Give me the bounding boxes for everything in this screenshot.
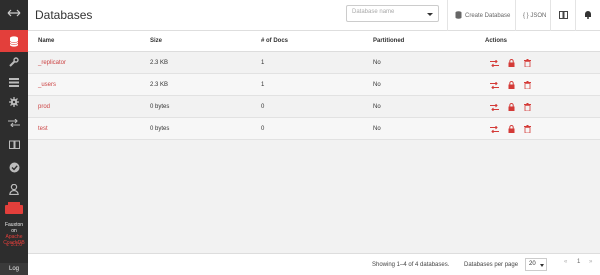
trash-icon[interactable] xyxy=(522,102,532,112)
create-database-label: Create Database xyxy=(465,12,511,19)
database-name-link[interactable]: _users xyxy=(38,82,56,88)
replicate-icon[interactable] xyxy=(489,124,499,134)
database-partitioned: No xyxy=(373,104,381,110)
sidebar: Fauxton on Apache CouchDB v. 3.1.0 Log xyxy=(0,0,28,275)
table-row: _replicator 2.3 KB 1 No xyxy=(28,52,600,74)
per-page-value: 20 xyxy=(529,261,536,267)
docs-button[interactable] xyxy=(550,0,575,31)
version-label: v. 3.1.0 xyxy=(5,242,23,248)
database-icon xyxy=(9,35,19,47)
sidebar-item-user[interactable] xyxy=(0,178,28,200)
database-name-link[interactable]: test xyxy=(38,126,48,132)
trash-icon[interactable] xyxy=(522,124,532,134)
replicate-icon[interactable] xyxy=(489,80,499,90)
trash-icon[interactable] xyxy=(522,58,532,68)
per-page-select[interactable]: 20 xyxy=(525,258,547,271)
database-doc-count: 0 xyxy=(261,104,265,110)
database-size: 0 bytes xyxy=(150,104,170,110)
lock-icon[interactable] xyxy=(506,102,516,112)
chevron-down-icon xyxy=(427,13,433,16)
database-partitioned: No xyxy=(373,82,381,88)
database-search-input[interactable]: Database name xyxy=(346,5,439,22)
pagination-footer: Showing 1–4 of 4 databases. Databases pe… xyxy=(28,253,600,275)
database-name-link[interactable]: _replicator xyxy=(38,60,66,66)
replicate-icon[interactable] xyxy=(489,58,499,68)
database-doc-count: 1 xyxy=(261,82,265,88)
page-number[interactable]: 1 xyxy=(577,259,580,265)
replication-icon xyxy=(8,119,20,127)
table-row: test 0 bytes 0 No xyxy=(28,118,600,140)
sidebar-item-verify[interactable] xyxy=(0,156,28,178)
chevron-down-icon xyxy=(540,264,544,267)
page-title: Databases xyxy=(35,8,93,22)
showing-count: Showing 1–4 of 4 databases. xyxy=(372,262,450,268)
database-doc-count: 1 xyxy=(261,60,265,66)
table-row: _users 2.3 KB 1 No xyxy=(28,74,600,96)
bell-icon xyxy=(584,10,592,21)
database-partitioned: No xyxy=(373,60,381,66)
database-size: 2.3 KB xyxy=(150,82,169,88)
book-icon xyxy=(558,10,568,21)
database-partitioned: No xyxy=(373,126,381,132)
prev-page-button[interactable]: « xyxy=(564,259,567,265)
col-actions: Actions xyxy=(485,38,508,44)
sidebar-item-replication[interactable] xyxy=(0,112,28,134)
wrench-icon xyxy=(9,57,19,67)
per-page-label: Databases per page xyxy=(464,262,519,268)
lock-icon[interactable] xyxy=(506,124,516,134)
lock-icon[interactable] xyxy=(506,80,516,90)
user-icon xyxy=(9,183,19,195)
sidebar-item-databases[interactable] xyxy=(0,30,28,52)
database-size: 0 bytes xyxy=(150,126,170,132)
sidebar-item-documentation[interactable] xyxy=(0,134,28,154)
sidebar-item-config[interactable] xyxy=(0,92,28,112)
table-row: prod 0 bytes 0 No xyxy=(28,96,600,118)
sidebar-item-active-tasks[interactable] xyxy=(0,72,28,92)
collapse-arrows-icon[interactable] xyxy=(0,2,28,24)
col-name: Name xyxy=(38,38,55,44)
sidebar-item-setup[interactable] xyxy=(0,52,28,72)
table-header: Name Size # of Docs Partitioned Actions xyxy=(28,31,600,52)
gear-icon xyxy=(9,97,19,107)
col-partitioned: Partitioned xyxy=(373,38,405,44)
databases-table: Name Size # of Docs Partitioned Actions … xyxy=(28,31,600,253)
create-database-button[interactable]: Create Database xyxy=(447,0,517,31)
col-docs: # of Docs xyxy=(261,38,289,44)
header: Databases Database name Create Database … xyxy=(28,0,600,31)
lock-icon[interactable] xyxy=(506,58,516,68)
replicate-icon[interactable] xyxy=(489,102,499,112)
list-icon xyxy=(9,77,19,87)
database-doc-count: 0 xyxy=(261,126,265,132)
log-button[interactable]: Log xyxy=(0,263,28,275)
database-search-placeholder: Database name xyxy=(352,9,395,15)
next-page-button[interactable]: » xyxy=(589,259,592,265)
col-size: Size xyxy=(150,38,163,44)
trash-icon[interactable] xyxy=(522,80,532,90)
notifications-button[interactable] xyxy=(575,0,600,31)
json-toggle-button[interactable]: { } JSON xyxy=(515,0,553,31)
book-icon xyxy=(8,140,20,149)
database-plus-icon xyxy=(455,10,462,21)
check-circle-icon xyxy=(9,162,20,173)
database-name-link[interactable]: prod xyxy=(38,104,50,110)
couch-logo-icon xyxy=(0,201,28,215)
database-size: 2.3 KB xyxy=(150,60,169,66)
